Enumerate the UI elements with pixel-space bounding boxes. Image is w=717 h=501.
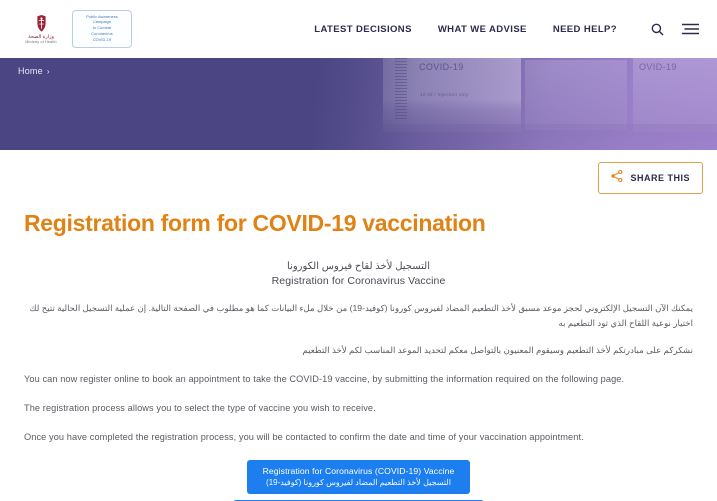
headline-arabic: التسجيل لأخذ لقاح فيروس الكورونا xyxy=(286,261,431,272)
paragraph-arabic-2: نشكركم على مبادرتكم لأخذ التطعيم وسيقوم … xyxy=(302,345,693,356)
paragraph-english-3: Once you have completed the registration… xyxy=(24,431,584,442)
cta-button-group: Registration for Coronavirus (COVID-19) … xyxy=(24,460,693,501)
ministry-of-health-logo[interactable]: وزارة الصحة Ministry of Health xyxy=(18,9,64,49)
register-vaccine-label-ar: التسجيل لأخذ التطعيم المضاد لفيروس كورون… xyxy=(266,478,451,488)
paragraph-english-1: You can now register online to book an a… xyxy=(24,374,625,385)
share-this-button[interactable]: SHARE THIS xyxy=(598,162,703,194)
headline-english: Registration for Coronavirus Vaccine xyxy=(271,275,446,287)
main-content: Registration form for COVID-19 vaccinati… xyxy=(0,194,717,501)
site-header: وزارة الصحة Ministry of Health Public Aw… xyxy=(0,0,717,58)
header-icon-group xyxy=(651,23,699,36)
share-row: SHARE THIS xyxy=(0,150,717,194)
logo-group[interactable]: وزارة الصحة Ministry of Health Public Aw… xyxy=(18,9,132,49)
share-nodes-icon xyxy=(611,169,623,187)
page-banner: COVID-19 10 ml / Injection only OVID-19 … xyxy=(0,58,717,150)
bahrain-moh-emblem-icon xyxy=(33,14,50,33)
nav-latest-decisions[interactable]: LATEST DECISIONS xyxy=(314,24,412,35)
headline-block: التسجيل لأخذ لقاح فيروس الكورونا Registr… xyxy=(24,259,693,287)
banner-gradient-overlay xyxy=(0,58,717,150)
page-title: Registration form for COVID-19 vaccinati… xyxy=(24,210,486,236)
paragraph-arabic-1: يمكنك الآن التسجيل الإلكتروني لحجز موعد … xyxy=(29,303,693,329)
moh-logo-english: Ministry of Health xyxy=(25,40,57,45)
campaign-badge[interactable]: Public Awareness Campaign to Combat Coro… xyxy=(72,10,132,48)
breadcrumb: Home › xyxy=(18,66,49,76)
breadcrumb-home[interactable]: Home xyxy=(18,66,43,76)
share-this-label: SHARE THIS xyxy=(630,173,690,183)
main-navigation: LATEST DECISIONS WHAT WE ADVISE NEED HEL… xyxy=(314,23,699,36)
nav-what-we-advise[interactable]: WHAT WE ADVISE xyxy=(438,24,527,35)
paragraph-english-2: The registration process allows you to s… xyxy=(24,402,376,413)
register-vaccine-label-en: Registration for Coronavirus (COVID-19) … xyxy=(262,466,455,477)
register-vaccine-button[interactable]: Registration for Coronavirus (COVID-19) … xyxy=(246,460,471,495)
search-icon[interactable] xyxy=(651,23,664,36)
hamburger-menu-icon[interactable] xyxy=(682,23,699,35)
breadcrumb-separator-icon: › xyxy=(46,66,50,76)
moh-logo-arabic: وزارة الصحة xyxy=(28,33,54,40)
nav-need-help[interactable]: NEED HELP? xyxy=(553,24,617,35)
campaign-line-5: COVID-19 xyxy=(92,37,112,42)
